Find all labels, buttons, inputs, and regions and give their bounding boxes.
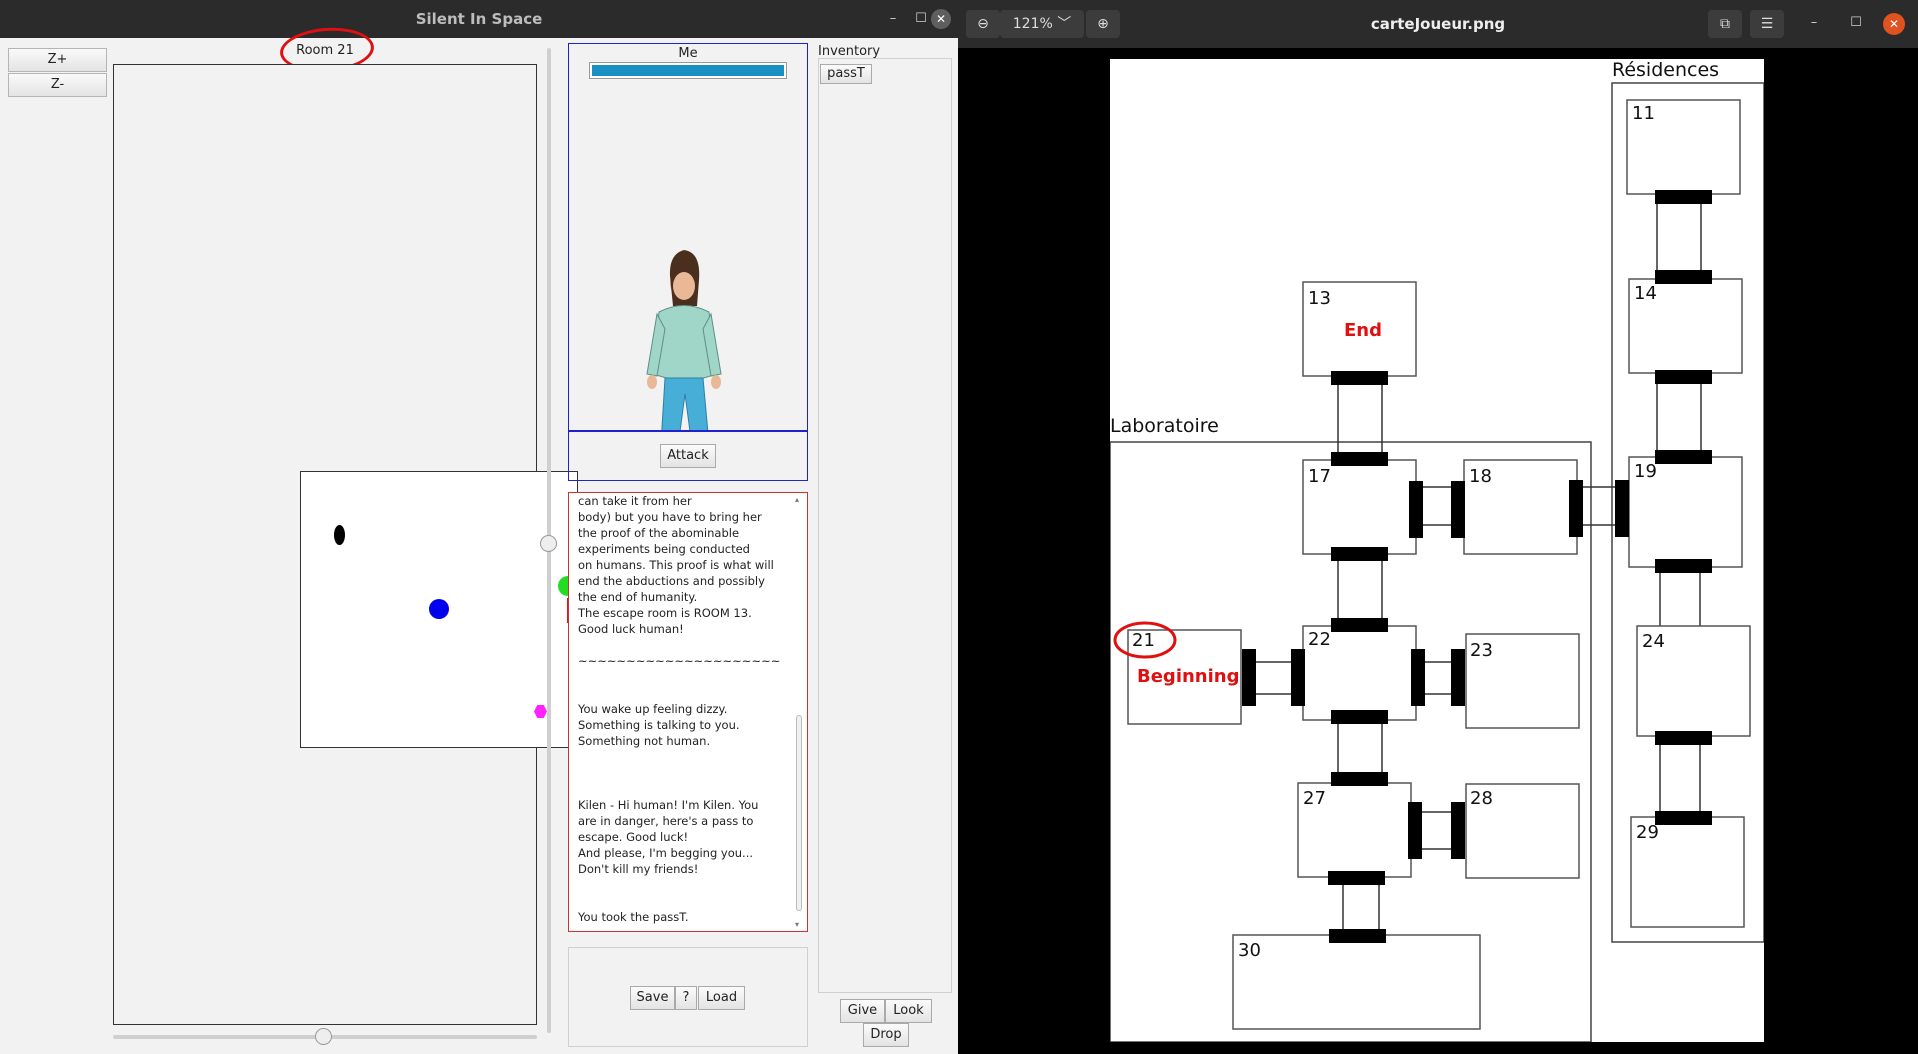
log-line: Something not human. xyxy=(578,734,711,748)
inventory-label: Inventory xyxy=(818,44,881,59)
close-button[interactable]: ✕ xyxy=(931,9,951,29)
room-number: 23 xyxy=(1470,640,1493,661)
game-map-view[interactable] xyxy=(113,64,578,1025)
log-line xyxy=(578,749,793,765)
log-line: Kilen - Hi human! I'm Kilen. You xyxy=(578,798,759,812)
save-panel: Save ? Load xyxy=(568,947,808,1047)
log-line xyxy=(578,685,793,701)
room-number: 18 xyxy=(1469,466,1492,487)
minimize-button[interactable]: – xyxy=(883,9,903,29)
inventory-panel: passT xyxy=(818,58,952,993)
attack-panel: Attack xyxy=(568,431,808,481)
log-line xyxy=(578,765,793,781)
vertical-slider[interactable] xyxy=(540,48,557,1033)
viewer-titlebar: ⊖ 121% ﹀ ⊕ carteJoueur.png ⧉ ☰ – ☐ ✕ xyxy=(958,0,1918,48)
log-line: Something is talking to you. xyxy=(578,718,740,732)
res-section-label: Résidences xyxy=(1612,59,1719,81)
log-line: on humans. This proof is what will xyxy=(578,558,774,572)
look-button[interactable]: Look xyxy=(885,999,932,1023)
room-number: 21 xyxy=(1132,630,1155,651)
minimize-button[interactable]: – xyxy=(1804,13,1824,33)
log-line: You took the passT. xyxy=(578,910,689,924)
lab-section-label: Laboratoire xyxy=(1110,415,1219,437)
log-line: the proof of the abominable xyxy=(578,526,740,540)
item-marker[interactable] xyxy=(534,705,547,718)
maximize-button[interactable]: ☐ xyxy=(911,9,931,29)
log-scrollbar[interactable]: ▴ ▾ xyxy=(794,495,804,929)
log-text: can take it from her body) but you have t… xyxy=(578,493,793,925)
room-number: 19 xyxy=(1634,461,1657,482)
log-line xyxy=(578,877,793,893)
room-number: 14 xyxy=(1634,283,1657,304)
game-titlebar: Silent In Space – ☐ ✕ xyxy=(0,0,958,38)
give-button[interactable]: Give xyxy=(840,999,885,1023)
player-marker xyxy=(429,599,449,619)
room-number: 29 xyxy=(1636,822,1659,843)
log-line: Good luck human! xyxy=(578,622,684,636)
close-button[interactable]: ✕ xyxy=(1883,13,1905,35)
game-window: Silent In Space – ☐ ✕ Z+ Z- Room 21 Me A… xyxy=(0,0,958,1054)
end-label: End xyxy=(1344,320,1382,341)
log-line: body) but you have to bring her xyxy=(578,510,762,524)
current-room xyxy=(300,471,578,748)
room-number: 22 xyxy=(1308,629,1331,650)
room-number: 24 xyxy=(1642,631,1665,652)
fullscreen-icon[interactable]: ⧉ xyxy=(1708,10,1742,38)
menu-icon[interactable]: ☰ xyxy=(1750,10,1784,38)
level-map-image: Laboratoire Résidences 13 17 18 21 22 23… xyxy=(1110,59,1764,1042)
drop-button[interactable]: Drop xyxy=(863,1023,909,1047)
inventory-item[interactable]: passT xyxy=(820,64,872,84)
log-line: The escape room is ROOM 13. xyxy=(578,606,752,620)
slider-knob[interactable] xyxy=(540,535,557,552)
help-button[interactable]: ? xyxy=(675,986,697,1010)
log-line: can take it from her xyxy=(578,494,692,508)
attack-button[interactable]: Attack xyxy=(660,444,716,468)
log-line xyxy=(578,781,793,797)
horizontal-slider[interactable] xyxy=(113,1028,537,1045)
log-line xyxy=(578,637,793,653)
room-number: 28 xyxy=(1470,788,1493,809)
log-line: the end of humanity. xyxy=(578,590,698,604)
log-line: And please, I'm begging you... xyxy=(578,846,754,860)
log-line: escape. Good luck! xyxy=(578,830,689,844)
log-line: end the abductions and possibly xyxy=(578,574,765,588)
slider-knob[interactable] xyxy=(315,1028,332,1045)
black-entity[interactable] xyxy=(334,525,345,545)
scrollbar-thumb[interactable] xyxy=(796,715,802,911)
log-line: Don't kill my friends! xyxy=(578,862,699,876)
log-line: You wake up feeling dizzy. xyxy=(578,702,728,716)
zoom-out-button[interactable]: Z- xyxy=(8,73,107,97)
log-line xyxy=(578,893,793,909)
zoom-in-button[interactable]: Z+ xyxy=(8,48,107,72)
log-line: are in danger, here's a pass to xyxy=(578,814,754,828)
game-window-title: Silent In Space xyxy=(415,10,543,28)
log-line: ~~~~~~~~~~~~~~~~~~~~~ xyxy=(578,654,781,668)
room-30 xyxy=(1232,934,1481,1030)
save-button[interactable]: Save xyxy=(630,986,675,1010)
room-number: 13 xyxy=(1308,288,1331,309)
character-panel: Me xyxy=(568,43,808,431)
maximize-button[interactable]: ☐ xyxy=(1846,13,1866,33)
load-button[interactable]: Load xyxy=(698,986,745,1010)
room-number: 30 xyxy=(1238,940,1261,961)
room-number: 17 xyxy=(1308,466,1331,487)
room-number: 11 xyxy=(1632,103,1655,124)
beginning-label: Beginning xyxy=(1137,666,1239,687)
log-line xyxy=(578,669,793,685)
character-portrait xyxy=(646,250,722,430)
room-number: 27 xyxy=(1303,788,1326,809)
log-line: experiments being conducted xyxy=(578,542,750,556)
message-log[interactable]: can take it from her body) but you have t… xyxy=(568,492,808,932)
